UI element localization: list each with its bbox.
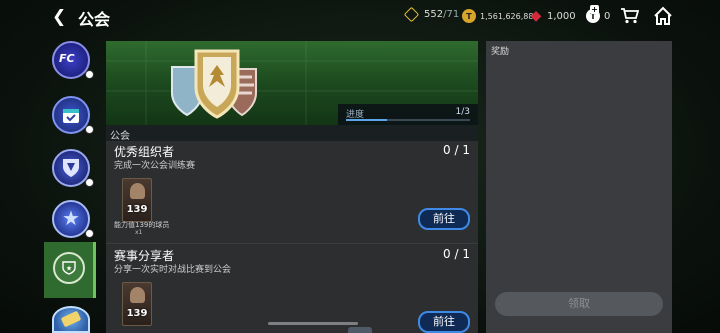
go-button[interactable]: 前往 [418,208,470,230]
star-badge-icon: ★ [62,206,80,230]
progress-panel: 进度 1/3 [338,104,478,125]
task-description: 分享一次实时对战比赛到公会 [114,265,232,275]
tokens-value: 0 [604,10,611,22]
clock-icon [85,70,94,79]
task-list[interactable]: 优秀组织者 完成一次公会训练赛 0 / 1 139 能力值139的球员 x1 前… [106,141,478,333]
card-rating: 139 [126,308,148,319]
reward-panel: 奖励 领取 [486,41,672,333]
card-rating: 139 [126,204,148,215]
plus-icon[interactable]: + [590,5,599,14]
token-icon: T + [586,5,600,23]
clock-icon [85,125,94,134]
bottom-handle[interactable] [348,327,372,333]
currency-gems[interactable]: ◆ 1,000 [529,8,576,24]
scrollbar[interactable] [268,322,358,325]
home-icon[interactable] [653,6,673,26]
page-title: 公会 [78,10,111,29]
task-row: 赛事分享者 分享一次实时对战比赛到公会 0 / 1 139 前往 [106,245,478,333]
trophy-shield-icon [63,159,79,177]
player-card[interactable]: 139 [122,178,152,222]
clock-icon [85,229,94,238]
section-label: 公会 [106,125,478,142]
gem-icon: ◆ [530,8,542,24]
gold-diamond-icon [403,6,420,23]
player-silhouette-icon [130,183,145,199]
nav-item-ticket[interactable] [52,306,90,333]
cart-icon[interactable] [621,8,639,24]
task-count: 0 / 1 [443,247,470,261]
nav-item-club[interactable]: ★ [53,252,85,284]
currency-gold[interactable]: 552/71 [403,6,460,23]
chevron-left-icon[interactable]: ❮ [52,7,66,27]
currency-tokens[interactable]: T + 0 [586,5,611,23]
fc-logo-icon: FC [59,52,75,65]
gold-value: 552 [424,9,444,20]
player-silhouette-icon [130,287,145,303]
claim-button[interactable]: 领取 [495,292,663,316]
task-row: 优秀组织者 完成一次公会训练赛 0 / 1 139 能力值139的球员 x1 前… [106,141,478,244]
progress-bar-fill [346,119,388,121]
currency-coins[interactable]: T 1,561,626,887 [462,9,539,23]
top-bar: ❮ 公会 552/71 T 1,561,626,887 ◆ 1,000 T + 0 [0,0,720,34]
coin-icon: T [462,9,476,23]
go-button[interactable]: 前往 [418,311,470,333]
clock-icon [85,178,94,187]
reward-title: 奖励 [491,47,510,57]
progress-value: 1/3 [455,107,470,117]
task-count: 0 / 1 [443,143,470,157]
calendar-check-icon [63,109,79,123]
svg-text:★: ★ [66,265,72,273]
ticket-icon [60,310,82,328]
task-description: 完成一次公会训练赛 [114,161,196,171]
player-card[interactable]: 139 [122,282,152,326]
card-quantity: x1 [135,229,143,236]
progress-bar [346,119,470,121]
gold-secondary: /71 [443,9,460,20]
club-star-icon: ★ [62,261,76,275]
gems-value: 1,000 [547,10,576,22]
